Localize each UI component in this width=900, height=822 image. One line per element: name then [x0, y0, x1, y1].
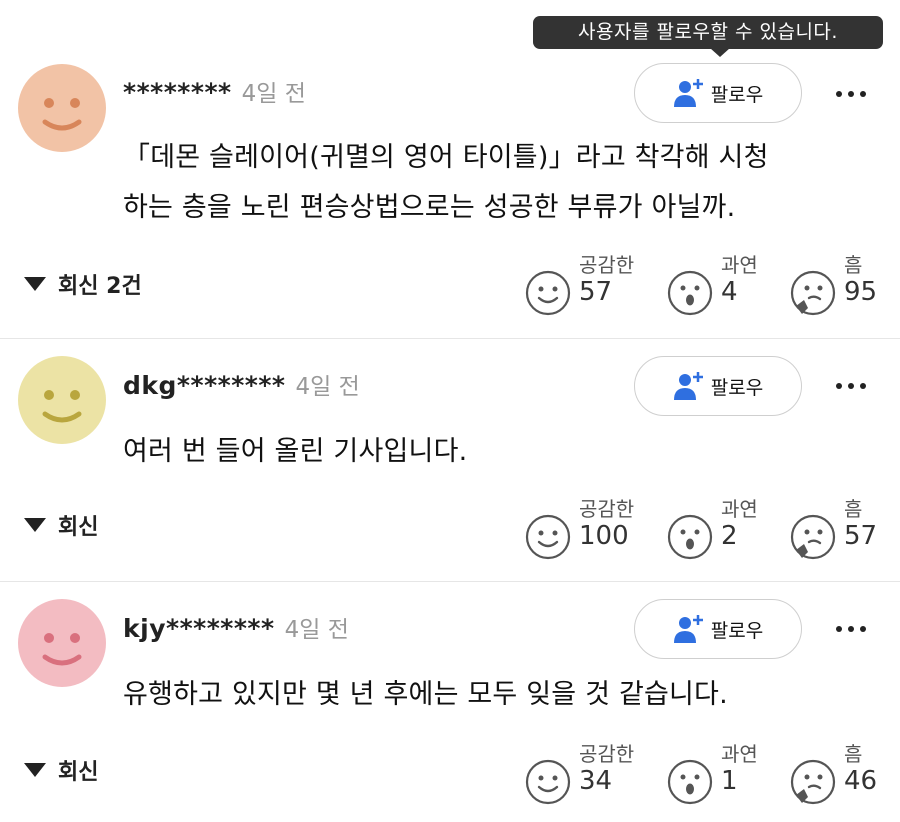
more-options-button[interactable] [836, 376, 880, 396]
reaction-count: 4 [721, 277, 738, 307]
more-options-button[interactable] [836, 619, 880, 639]
smile-face-icon [525, 514, 571, 560]
reaction-name: 과연 [721, 497, 758, 521]
comment-text-line: 유행하고 있지만 몇 년 후에는 모두 잊을 것 같습니다. [123, 679, 728, 710]
reaction-name: 흠 [844, 253, 863, 277]
thinking-face-icon [790, 514, 836, 560]
user-line: ******** 4일 전 [123, 76, 306, 110]
reaction-name: 공감한 [579, 742, 635, 766]
reply-label: 회신 [58, 760, 99, 785]
reaction-count: 1 [721, 766, 738, 796]
follow-label: 팔로우 [710, 83, 764, 106]
reply-label: 회신 [58, 515, 99, 540]
triangle-down-icon [24, 518, 46, 532]
smiley-avatar-icon [18, 356, 106, 444]
smiley-avatar-icon [18, 599, 106, 687]
comment-item: dkg******** 4일 전 팔로우 여러 번 들어 올린 기사입니다. 회신… [0, 339, 900, 581]
thinking-face-icon [790, 759, 836, 805]
more-icon [836, 84, 880, 104]
timestamp: 4일 전 [295, 374, 360, 400]
username[interactable]: dkg******** [123, 371, 286, 400]
user-line: dkg******** 4일 전 [123, 369, 360, 403]
comment-item: ******** 4일 전 팔로우 「데몬 슬레이어(귀멸의 영어 타이틀)」라고… [0, 50, 900, 338]
timestamp: 4일 전 [241, 81, 306, 107]
comment-text-line: 「데몬 슬레이어(귀멸의 영어 타이틀)」라고 착각해 시청 [123, 142, 769, 173]
timestamp: 4일 전 [284, 617, 349, 643]
reaction-count: 34 [579, 766, 613, 796]
reaction-count: 95 [844, 277, 878, 307]
surprised-face-icon [667, 759, 713, 805]
add-user-icon [673, 614, 705, 644]
reaction-count: 46 [844, 766, 878, 796]
avatar[interactable] [18, 64, 106, 152]
reaction-count: 57 [579, 277, 613, 307]
comment-text-line: 여러 번 들어 올린 기사입니다. [123, 436, 468, 467]
reaction-name: 흠 [844, 497, 863, 521]
comment-text: 유행하고 있지만 몇 년 후에는 모두 잊을 것 같습니다. [123, 670, 728, 720]
reaction-count: 100 [579, 521, 629, 551]
reply-toggle[interactable]: 회신 2건 [24, 269, 142, 299]
more-options-button[interactable] [836, 84, 880, 104]
reaction-name: 과연 [721, 253, 758, 277]
comment-text: 여러 번 들어 올린 기사입니다. [123, 427, 467, 477]
follow-label: 팔로우 [710, 376, 764, 399]
smiley-avatar-icon [18, 64, 106, 152]
reaction-name: 흠 [844, 742, 863, 766]
reply-toggle[interactable]: 회신 [24, 755, 98, 785]
surprised-face-icon [667, 514, 713, 560]
triangle-down-icon [24, 277, 46, 291]
comment-text-line: 하는 층을 노린 편승상법으로는 성공한 부류가 아닐까. [123, 192, 736, 223]
comment-text: 「데몬 슬레이어(귀멸의 영어 타이틀)」라고 착각해 시청 하는 층을 노린 … [123, 133, 769, 233]
username[interactable]: ******** [123, 78, 232, 107]
reply-label: 회신 2건 [58, 274, 142, 299]
follow-tooltip: 사용자를 팔로우할 수 있습니다. [533, 16, 883, 49]
reaction-name: 과연 [721, 742, 758, 766]
thinking-face-icon [790, 270, 836, 316]
more-icon [836, 376, 880, 396]
smile-face-icon [525, 270, 571, 316]
reaction-count: 2 [721, 521, 738, 551]
follow-button[interactable]: 팔로우 [634, 356, 802, 416]
add-user-icon [673, 78, 705, 108]
more-icon [836, 619, 880, 639]
avatar[interactable] [18, 356, 106, 444]
reaction-name: 공감한 [579, 253, 635, 277]
user-line: kjy******** 4일 전 [123, 612, 349, 646]
triangle-down-icon [24, 763, 46, 777]
add-user-icon [673, 371, 705, 401]
comment-item: kjy******** 4일 전 팔로우 유행하고 있지만 몇 년 후에는 모두 … [0, 582, 900, 822]
follow-button[interactable]: 팔로우 [634, 599, 802, 659]
reaction-name: 공감한 [579, 497, 635, 521]
surprised-face-icon [667, 270, 713, 316]
follow-label: 팔로우 [710, 619, 764, 642]
reaction-count: 57 [844, 521, 878, 551]
follow-button[interactable]: 팔로우 [634, 63, 802, 123]
smile-face-icon [525, 759, 571, 805]
reply-toggle[interactable]: 회신 [24, 510, 98, 540]
avatar[interactable] [18, 599, 106, 687]
username[interactable]: kjy******** [123, 614, 275, 643]
